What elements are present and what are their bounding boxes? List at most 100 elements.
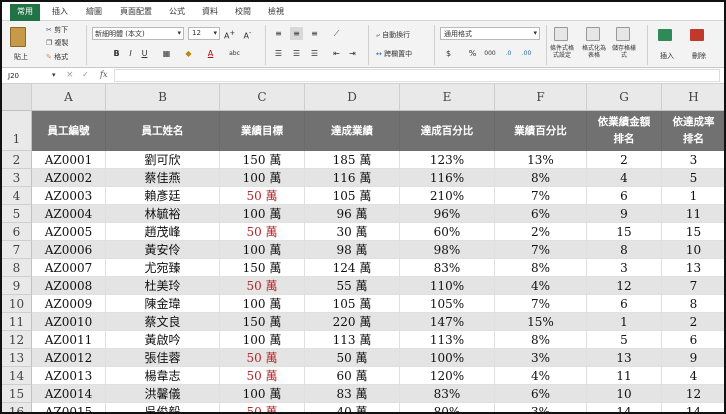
orientation-icon[interactable]: ⟋: [330, 27, 343, 40]
table-cell[interactable]: 8%: [495, 331, 587, 349]
header-cell[interactable]: 員工編號: [32, 111, 106, 151]
table-cell[interactable]: AZ0007: [32, 259, 106, 277]
table-cell[interactable]: 洪馨儀: [106, 385, 220, 403]
table-cell[interactable]: 105 萬: [305, 187, 400, 205]
fill-color-icon[interactable]: ◆: [182, 47, 195, 60]
copy-button[interactable]: ❐ 複製: [46, 38, 69, 48]
table-cell[interactable]: 80%: [400, 403, 495, 412]
table-cell[interactable]: 50 萬: [220, 277, 305, 295]
table-cell[interactable]: 7%: [495, 187, 587, 205]
table-cell[interactable]: AZ0011: [32, 331, 106, 349]
align-bottom-icon[interactable]: ≡: [308, 27, 321, 40]
table-cell[interactable]: 100 萬: [220, 205, 305, 223]
table-cell[interactable]: 11: [662, 205, 724, 223]
font-size-select[interactable]: 12 ▾: [188, 27, 220, 40]
table-cell[interactable]: 50 萬: [220, 187, 305, 205]
header-cell[interactable]: 業績百分比: [495, 111, 587, 151]
table-cell[interactable]: 4%: [495, 367, 587, 385]
table-cell[interactable]: 105%: [400, 295, 495, 313]
table-cell[interactable]: 6: [662, 331, 724, 349]
conditional-format-label[interactable]: 條件式格式設定: [548, 45, 576, 59]
table-cell[interactable]: AZ0003: [32, 187, 106, 205]
table-cell[interactable]: 15: [662, 223, 724, 241]
table-cell[interactable]: 3%: [495, 349, 587, 367]
table-cell[interactable]: 113 萬: [305, 331, 400, 349]
select-all-corner[interactable]: [2, 84, 32, 111]
tab-5[interactable]: 資料: [196, 5, 224, 21]
table-cell[interactable]: 100 萬: [220, 295, 305, 313]
table-cell[interactable]: 150 萬: [220, 259, 305, 277]
table-cell[interactable]: 13: [587, 349, 662, 367]
fx-icon[interactable]: fx: [100, 70, 107, 79]
table-cell[interactable]: 蔡佳燕: [106, 169, 220, 187]
table-cell[interactable]: 1: [587, 313, 662, 331]
name-box[interactable]: J20: [8, 70, 50, 82]
comma-button[interactable]: 000: [482, 47, 498, 60]
row-header-5[interactable]: 5: [2, 205, 32, 223]
row-header-10[interactable]: 10: [2, 295, 32, 313]
table-cell[interactable]: 6: [587, 187, 662, 205]
table-cell[interactable]: 124 萬: [305, 259, 400, 277]
insert-cells-icon[interactable]: [658, 29, 672, 41]
row-header-7[interactable]: 7: [2, 241, 32, 259]
wrap-text-button[interactable]: ⤶ 自動換行: [376, 30, 410, 40]
number-format-select[interactable]: 通用格式 ▾: [440, 27, 540, 40]
underline-button[interactable]: U: [138, 47, 151, 60]
row-header-13[interactable]: 13: [2, 349, 32, 367]
tab-3[interactable]: 頁面配置: [114, 5, 158, 21]
table-cell[interactable]: 6%: [495, 385, 587, 403]
table-cell[interactable]: AZ0013: [32, 367, 106, 385]
table-cell[interactable]: 林毓裕: [106, 205, 220, 223]
table-cell[interactable]: 15: [587, 223, 662, 241]
table-cell[interactable]: 3: [587, 259, 662, 277]
table-cell[interactable]: 120%: [400, 367, 495, 385]
format-painter-button[interactable]: ✎ 格式: [46, 52, 68, 62]
table-cell[interactable]: 40 萬: [305, 403, 400, 412]
table-cell[interactable]: 2: [662, 313, 724, 331]
delete-label[interactable]: 刪除: [692, 51, 706, 61]
table-cell[interactable]: 黃啟吟: [106, 331, 220, 349]
table-cell[interactable]: 2: [587, 151, 662, 169]
column-header-h[interactable]: H: [662, 84, 724, 111]
table-cell[interactable]: 尤宛臻: [106, 259, 220, 277]
table-cell[interactable]: AZ0010: [32, 313, 106, 331]
tab-7[interactable]: 檢視: [262, 5, 290, 21]
row-header-8[interactable]: 8: [2, 259, 32, 277]
column-header-f[interactable]: F: [495, 84, 587, 111]
table-cell[interactable]: 10: [662, 241, 724, 259]
table-cell[interactable]: 3: [662, 151, 724, 169]
table-cell[interactable]: 116%: [400, 169, 495, 187]
table-cell[interactable]: 98 萬: [305, 241, 400, 259]
table-cell[interactable]: 6: [587, 295, 662, 313]
table-cell[interactable]: 3%: [495, 403, 587, 412]
merge-center-button[interactable]: ↔ 跨欄置中: [376, 49, 412, 59]
table-cell[interactable]: 83%: [400, 259, 495, 277]
row-header-2[interactable]: 2: [2, 151, 32, 169]
row-header-4[interactable]: 4: [2, 187, 32, 205]
table-cell[interactable]: 8: [662, 295, 724, 313]
table-cell[interactable]: 113%: [400, 331, 495, 349]
table-cell[interactable]: AZ0006: [32, 241, 106, 259]
align-left-icon[interactable]: ☰: [272, 47, 285, 60]
column-header-d[interactable]: D: [305, 84, 400, 111]
table-cell[interactable]: 4: [662, 367, 724, 385]
table-cell[interactable]: 116 萬: [305, 169, 400, 187]
table-cell[interactable]: 15%: [495, 313, 587, 331]
name-box-dropdown-icon[interactable]: ▾: [52, 71, 56, 79]
table-cell[interactable]: 9: [662, 349, 724, 367]
table-cell[interactable]: 98%: [400, 241, 495, 259]
row-header-9[interactable]: 9: [2, 277, 32, 295]
format-as-table-label[interactable]: 格式化為表格: [582, 45, 606, 59]
header-cell[interactable]: 業績目標: [220, 111, 305, 151]
table-cell[interactable]: 8: [587, 241, 662, 259]
table-cell[interactable]: 100 萬: [220, 331, 305, 349]
tab-0[interactable]: 常用: [10, 4, 40, 21]
header-cell[interactable]: 依達成率 排名: [662, 111, 724, 151]
table-cell[interactable]: AZ0009: [32, 295, 106, 313]
row-header-14[interactable]: 14: [2, 367, 32, 385]
row-header-11[interactable]: 11: [2, 313, 32, 331]
header-cell[interactable]: 達成業績: [305, 111, 400, 151]
column-header-b[interactable]: B: [106, 84, 220, 111]
align-middle-icon[interactable]: ≡: [290, 27, 303, 40]
table-cell[interactable]: 趙茂峰: [106, 223, 220, 241]
